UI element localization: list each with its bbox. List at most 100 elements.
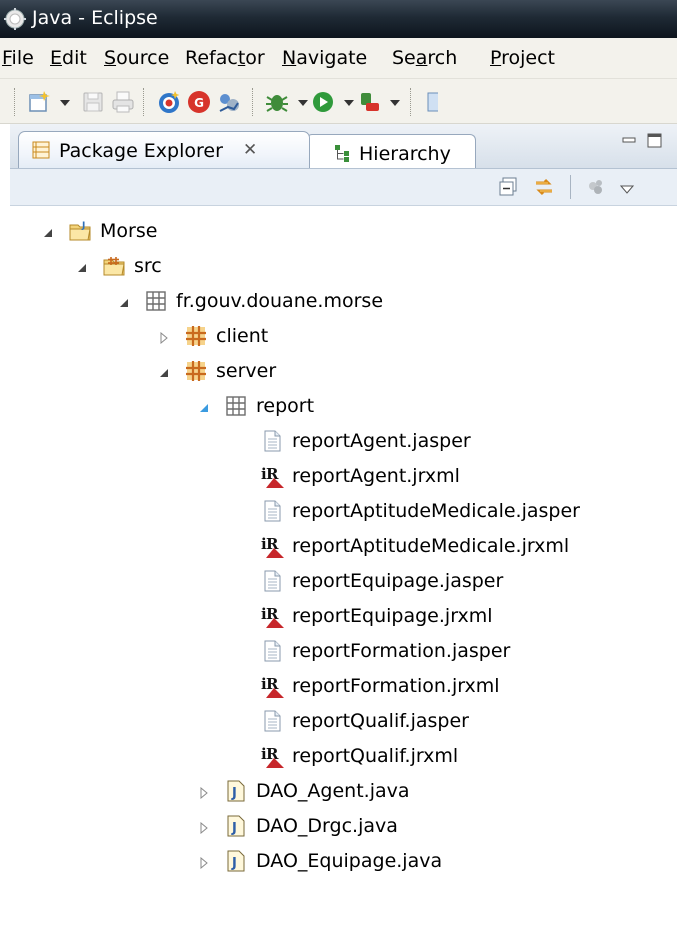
dropdown-arrow-icon[interactable] xyxy=(336,89,354,115)
tree-item-label: DAO_Agent.java xyxy=(256,780,410,802)
menu-label-text: ource xyxy=(116,47,170,69)
java-file-icon: J xyxy=(224,779,248,803)
tree-item[interactable]: src xyxy=(78,249,522,283)
expand-arrow-icon[interactable] xyxy=(158,329,170,345)
tree-item[interactable]: i R reportAptitudeMedicale.jrxml xyxy=(260,529,677,563)
tree-item[interactable]: i R reportAgent.jrxml xyxy=(260,459,677,493)
close-tab-icon[interactable]: ✕ xyxy=(243,140,257,160)
ireport-icon[interactable] xyxy=(216,89,242,115)
collapse-arrow-icon[interactable] xyxy=(198,399,210,412)
tree-item[interactable]: reportEquipage.jasper xyxy=(260,564,677,598)
menu-label-text: ile xyxy=(11,47,34,69)
tree-item[interactable]: fr.gouv.douane.morse xyxy=(120,284,564,318)
package-explorer-icon xyxy=(31,140,51,160)
expand-arrow-icon[interactable] xyxy=(198,784,210,800)
tree-item[interactable]: client xyxy=(160,319,604,353)
ireport-file-icon: iR xyxy=(260,744,284,768)
tree-item[interactable]: report xyxy=(200,389,644,423)
tab-package-explorer[interactable]: Package Explorer ✕ xyxy=(18,131,310,169)
tree-item[interactable]: i R reportQualif.jrxml xyxy=(260,739,677,773)
ireport-file-icon: iR xyxy=(260,534,284,558)
tree-item[interactable]: reportFormation.jasper xyxy=(260,634,677,668)
collapse-arrow-icon[interactable] xyxy=(42,224,54,237)
empty-package-icon xyxy=(144,289,168,313)
file-icon xyxy=(260,569,284,593)
collapse-all-icon[interactable] xyxy=(498,177,518,197)
menu-source[interactable]: Source xyxy=(104,47,169,69)
window-title: Java - Eclipse xyxy=(32,7,158,29)
tree-item-label: reportQualif.jrxml xyxy=(292,745,459,767)
tree-item[interactable]: J DAO_Agent.java xyxy=(200,774,644,808)
svg-text:J: J xyxy=(231,821,237,836)
view-menu-icon[interactable] xyxy=(619,179,635,194)
collapse-arrow-icon[interactable] xyxy=(76,259,88,272)
source-folder-icon xyxy=(102,254,126,278)
debug-icon[interactable] xyxy=(264,89,290,115)
tree-item[interactable]: i R reportEquipage.jrxml xyxy=(260,599,677,633)
menu-file[interactable]: File xyxy=(2,47,34,69)
collapse-arrow-icon[interactable] xyxy=(158,364,170,377)
menu-label-text: avigate xyxy=(296,47,368,69)
tab-hierarchy[interactable]: Hierarchy xyxy=(306,134,476,169)
empty-package-icon xyxy=(224,394,248,418)
menu-project[interactable]: Project xyxy=(490,47,555,69)
svg-text:J: J xyxy=(231,856,237,871)
tree-item[interactable]: server xyxy=(160,354,604,388)
tree-item[interactable]: J DAO_Equipage.java xyxy=(200,844,644,878)
ireport-file-icon: iR xyxy=(260,674,284,698)
tree-item-label: reportQualif.jasper xyxy=(292,710,469,732)
package-icon xyxy=(184,324,208,348)
save-icon[interactable] xyxy=(80,89,106,115)
menu-label-text: or xyxy=(245,47,265,69)
menu-accelerator: S xyxy=(104,47,117,69)
tree-item[interactable]: J Morse xyxy=(44,214,488,248)
tree-item-label: src xyxy=(134,255,162,277)
tree-item-label: DAO_Equipage.java xyxy=(256,850,443,872)
tree-item[interactable]: reportQualif.jasper xyxy=(260,704,677,738)
tree-item-label: Morse xyxy=(100,220,158,242)
gwt-icon[interactable]: G xyxy=(186,89,212,115)
tab-package-explorer-label: Package Explorer xyxy=(59,140,223,162)
maximize-view-icon[interactable] xyxy=(646,132,664,150)
tree-item[interactable]: J DAO_Drgc.java xyxy=(200,809,644,843)
menu-navigate[interactable]: Navigate xyxy=(282,47,367,69)
filter-icon[interactable] xyxy=(586,177,606,197)
menu-label-text: roject xyxy=(501,47,556,69)
print-icon[interactable] xyxy=(110,89,136,115)
minimize-view-icon[interactable] xyxy=(622,132,638,144)
dropdown-arrow-icon[interactable] xyxy=(52,89,70,115)
file-icon xyxy=(260,709,284,733)
new-bookmark-icon[interactable] xyxy=(156,89,182,115)
menu-accelerator: N xyxy=(282,47,297,69)
file-icon xyxy=(260,499,284,523)
menu-search[interactable]: Search xyxy=(392,47,457,69)
dropdown-arrow-icon[interactable] xyxy=(382,89,400,115)
menu-label-text: Refac xyxy=(185,47,238,69)
expand-arrow-icon[interactable] xyxy=(198,854,210,870)
toolbar-separator xyxy=(410,88,411,116)
menu-refactor[interactable]: Refactor xyxy=(185,47,265,69)
dropdown-arrow-icon[interactable] xyxy=(290,89,308,115)
menu-accelerator: F xyxy=(2,47,12,69)
tree-item[interactable]: reportAptitudeMedicale.jasper xyxy=(260,494,677,528)
run-icon[interactable] xyxy=(310,89,336,115)
menu-accelerator: P xyxy=(490,47,502,69)
tree-item-label: reportAgent.jasper xyxy=(292,430,471,452)
menu-label-text: dit xyxy=(62,47,87,69)
link-with-editor-icon[interactable] xyxy=(532,176,556,198)
expand-arrow-icon[interactable] xyxy=(198,819,210,835)
toolbar-separator xyxy=(143,88,144,116)
svg-text:J: J xyxy=(231,786,237,801)
menu-edit[interactable]: Edit xyxy=(50,47,87,69)
collapse-arrow-icon[interactable] xyxy=(118,294,130,307)
tree-item-label: reportEquipage.jrxml xyxy=(292,605,493,627)
external-tools-icon[interactable] xyxy=(356,89,382,115)
new-wizard-icon[interactable] xyxy=(26,89,52,115)
tree-item-label: client xyxy=(216,325,269,347)
toolbar-separator xyxy=(570,175,571,199)
menu-bar: File Edit Source Refactor Navigate Searc… xyxy=(0,38,677,79)
tree-item[interactable]: i R reportFormation.jrxml xyxy=(260,669,677,703)
tree-item[interactable]: reportAgent.jasper xyxy=(260,424,677,458)
perspective-icon[interactable] xyxy=(424,89,438,115)
package-explorer-view: Hierarchy Package Explorer ✕ J Morse src… xyxy=(10,124,677,930)
